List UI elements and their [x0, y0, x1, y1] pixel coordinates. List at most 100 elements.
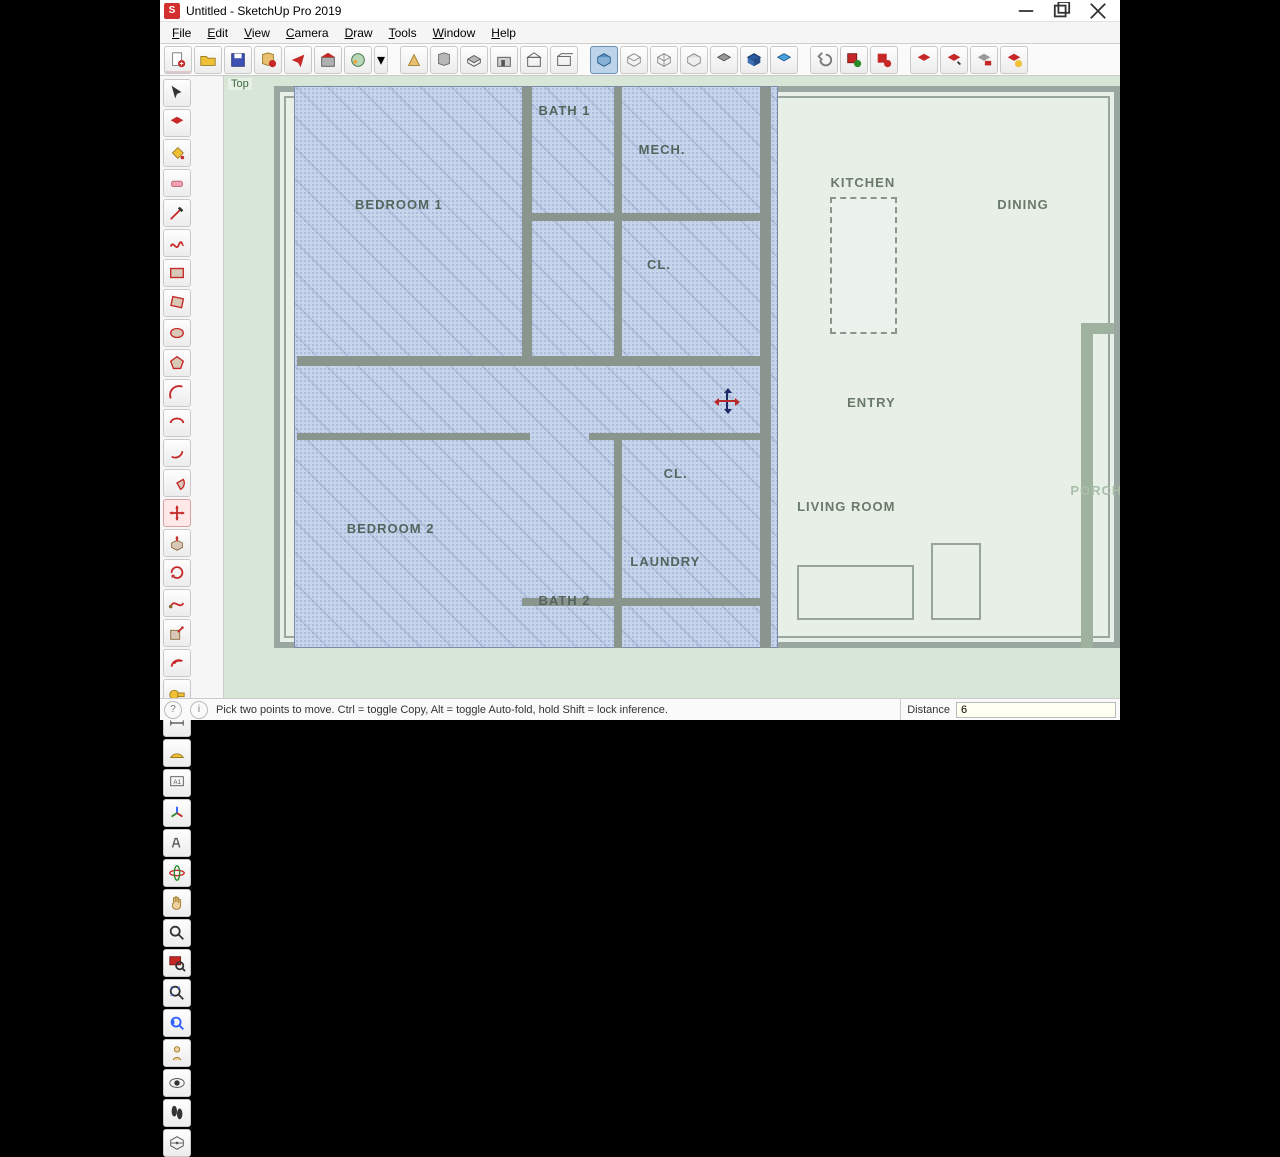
- arc-tool[interactable]: [163, 379, 191, 407]
- style-hidden-line-button[interactable]: [400, 46, 428, 74]
- menubar: File Edit View Camera Draw Tools Window …: [160, 22, 1120, 44]
- extension-1-button[interactable]: [840, 46, 868, 74]
- previous-view-tool[interactable]: [163, 1009, 191, 1037]
- component-make-button[interactable]: [910, 46, 938, 74]
- style-monochrome-button[interactable]: [520, 46, 548, 74]
- protractor-tool[interactable]: [163, 739, 191, 767]
- window-title: Untitled - SketchUp Pro 2019: [186, 4, 341, 18]
- face-style-wire-button[interactable]: [650, 46, 678, 74]
- face-style-shaded-button[interactable]: [590, 46, 618, 74]
- room-label-bedroom2: BEDROOM 2: [347, 521, 435, 536]
- face-style-hidden-button[interactable]: [620, 46, 648, 74]
- menu-draw[interactable]: Draw: [337, 24, 381, 42]
- paint-bucket-tool[interactable]: [163, 139, 191, 167]
- room-label-dining: DINING: [997, 197, 1049, 212]
- axes-tool[interactable]: [163, 799, 191, 827]
- menu-view[interactable]: View: [236, 24, 278, 42]
- line-tool[interactable]: [163, 199, 191, 227]
- pie-tool[interactable]: [163, 469, 191, 497]
- text-tool[interactable]: A1: [163, 769, 191, 797]
- geolocation-button[interactable]: [344, 46, 372, 74]
- svg-text:A1: A1: [173, 779, 181, 786]
- menu-help[interactable]: Help: [483, 24, 524, 42]
- room-label-entry: ENTRY: [847, 395, 896, 410]
- two-point-arc-tool[interactable]: [163, 409, 191, 437]
- circle-tool[interactable]: [163, 319, 191, 347]
- zoom-window-tool[interactable]: [163, 949, 191, 977]
- info-icon[interactable]: i: [190, 701, 208, 719]
- face-style-textured-button[interactable]: [740, 46, 768, 74]
- rotate-tool[interactable]: [163, 559, 191, 587]
- room-label-living: LIVING ROOM: [797, 499, 895, 514]
- zoom-tool[interactable]: [163, 919, 191, 947]
- top-toolbar: ▾: [160, 44, 1120, 76]
- offset-tool[interactable]: [163, 649, 191, 677]
- send-button[interactable]: [284, 46, 312, 74]
- make-component-tool[interactable]: [163, 109, 191, 137]
- face-style-xray-button[interactable]: [680, 46, 708, 74]
- app-window: S Untitled - SketchUp Pro 2019 File Edit…: [160, 0, 1120, 720]
- style-shaded-textures-button[interactable]: [460, 46, 488, 74]
- style-xray-button[interactable]: [490, 46, 518, 74]
- face-style-color-button[interactable]: [770, 46, 798, 74]
- menu-camera[interactable]: Camera: [278, 24, 337, 42]
- menu-tools[interactable]: Tools: [381, 24, 425, 42]
- menu-file[interactable]: File: [164, 24, 199, 42]
- status-hint: Pick two points to move. Ctrl = toggle C…: [212, 704, 900, 716]
- open-file-button[interactable]: [194, 46, 222, 74]
- rectangle-tool[interactable]: [163, 259, 191, 287]
- position-camera-tool[interactable]: [163, 1039, 191, 1067]
- section-plane-tool[interactable]: [163, 1129, 191, 1157]
- 3dwarehouse-button[interactable]: [314, 46, 342, 74]
- zoom-extents-tool[interactable]: [163, 979, 191, 1007]
- eraser-tool[interactable]: [163, 169, 191, 197]
- room-label-bedroom1: BEDROOM 1: [355, 197, 443, 212]
- measurement-label: Distance: [900, 699, 956, 720]
- style-wireframe-button[interactable]: [550, 46, 578, 74]
- close-button[interactable]: [1080, 0, 1116, 22]
- component-edit-button[interactable]: [940, 46, 968, 74]
- push-pull-tool[interactable]: [163, 529, 191, 557]
- 3d-text-tool[interactable]: [163, 829, 191, 857]
- face-style-mono-button[interactable]: [710, 46, 738, 74]
- model-info-button[interactable]: [254, 46, 282, 74]
- undo-button[interactable]: [810, 46, 838, 74]
- floorplan: BATH 1 MECH. BEDROOM 1 CL. BEDROOM 2 CL.…: [274, 86, 1120, 648]
- room-label-cl1: CL.: [647, 257, 671, 272]
- room-label-laundry: LAUNDRY: [630, 554, 700, 569]
- help-icon[interactable]: ?: [164, 701, 182, 719]
- titlebar: S Untitled - SketchUp Pro 2019: [160, 0, 1120, 22]
- room-label-bath1: BATH 1: [539, 103, 591, 118]
- style-shaded-button[interactable]: [430, 46, 458, 74]
- select-tool[interactable]: [163, 79, 191, 107]
- freehand-tool[interactable]: [163, 229, 191, 257]
- maximize-button[interactable]: [1044, 0, 1080, 22]
- menu-edit[interactable]: Edit: [199, 24, 236, 42]
- pan-tool[interactable]: [163, 889, 191, 917]
- dropdown-caret-icon[interactable]: ▾: [374, 46, 388, 74]
- minimize-button[interactable]: [1008, 0, 1044, 22]
- new-file-button[interactable]: [164, 46, 192, 74]
- follow-me-tool[interactable]: [163, 589, 191, 617]
- model-viewport[interactable]: Top: [224, 76, 1120, 698]
- extension-2-button[interactable]: [870, 46, 898, 74]
- polygon-tool[interactable]: [163, 349, 191, 377]
- orbit-tool[interactable]: [163, 859, 191, 887]
- app-icon: S: [164, 3, 180, 19]
- statusbar: ? i Pick two points to move. Ctrl = togg…: [160, 698, 1120, 720]
- measurement-input[interactable]: [956, 702, 1116, 718]
- selected-group[interactable]: [294, 86, 778, 648]
- room-label-bath2: BATH 2: [539, 593, 591, 608]
- room-label-porch: PORCH: [1070, 483, 1120, 498]
- scale-tool[interactable]: [163, 619, 191, 647]
- three-point-arc-tool[interactable]: [163, 439, 191, 467]
- move-tool[interactable]: [163, 499, 191, 527]
- room-label-mech: MECH.: [639, 142, 686, 157]
- component-options-button[interactable]: [1000, 46, 1028, 74]
- walk-tool[interactable]: [163, 1099, 191, 1127]
- look-around-tool[interactable]: [163, 1069, 191, 1097]
- save-button[interactable]: [224, 46, 252, 74]
- rotated-rectangle-tool[interactable]: [163, 289, 191, 317]
- component-browser-button[interactable]: [970, 46, 998, 74]
- menu-window[interactable]: Window: [425, 24, 484, 42]
